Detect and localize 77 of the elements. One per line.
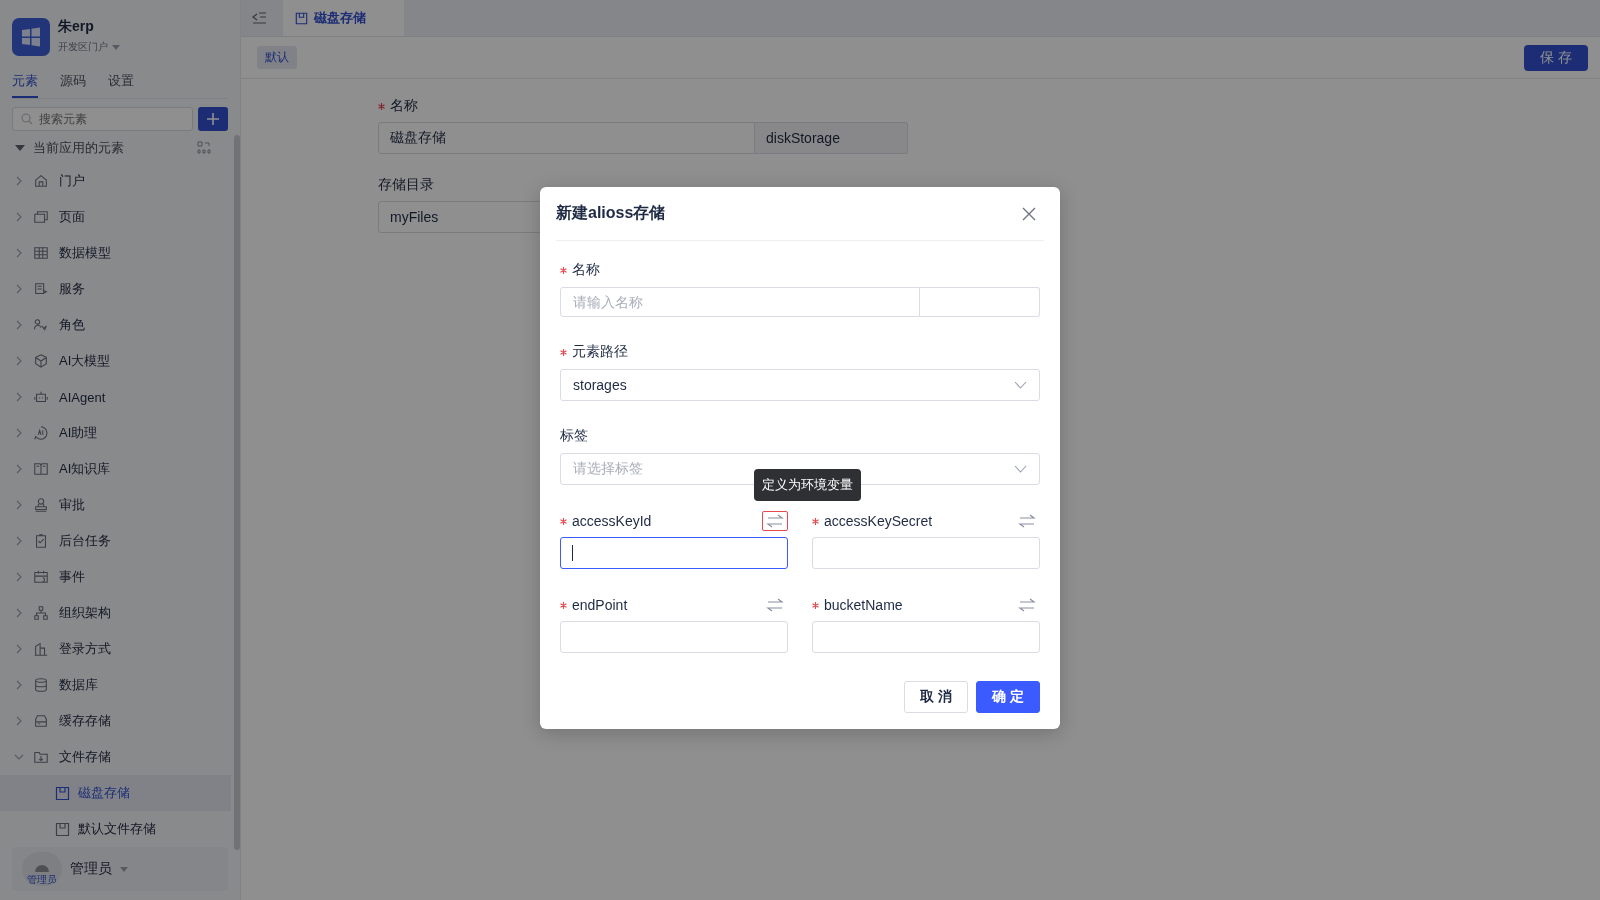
tooltip: 定义为环境变量 xyxy=(754,469,861,501)
tree-item-icon xyxy=(33,173,49,189)
tree-item-icon xyxy=(33,389,49,405)
tree-item[interactable]: 事件 xyxy=(0,559,231,595)
tree-item-icon xyxy=(33,749,49,765)
tree-item-icon xyxy=(33,245,49,261)
tree-item-icon xyxy=(33,605,49,621)
field-label: bucketName xyxy=(824,597,903,613)
field-label: 名称 xyxy=(572,261,600,279)
tree-item[interactable]: 后台任务 xyxy=(0,523,231,559)
dialog-title: 新建alioss存储 xyxy=(556,203,666,223)
app-logo-icon xyxy=(12,18,50,56)
tree-item[interactable]: 磁盘存储 xyxy=(0,775,231,811)
search-icon xyxy=(21,113,33,125)
tree-item-icon xyxy=(33,461,49,477)
tree-item-icon xyxy=(33,677,49,693)
tree-item-icon xyxy=(33,281,49,297)
tree-item[interactable]: 缓存存储 xyxy=(0,703,231,739)
tree-section-label: 当前应用的元素 xyxy=(33,139,125,157)
field-label: accessKeySecret xyxy=(824,513,933,529)
tree-item-icon xyxy=(33,533,49,549)
caret-icon[interactable] xyxy=(15,144,25,152)
sidebar-tab[interactable]: 元素 xyxy=(12,68,38,98)
collapse-sidebar-icon[interactable] xyxy=(251,11,267,25)
tree-item[interactable]: 页面 xyxy=(0,199,231,235)
tree-item[interactable]: AI知识库 xyxy=(0,451,231,487)
tree-item[interactable]: 数据模型 xyxy=(0,235,231,271)
save-button[interactable]: 保 存 xyxy=(1524,44,1588,71)
tree-item[interactable]: 服务 xyxy=(0,271,231,307)
input-field[interactable] xyxy=(560,537,788,569)
field-label: 名称 xyxy=(390,97,418,115)
swap-icon[interactable] xyxy=(762,511,788,531)
tree-item[interactable]: 角色 xyxy=(0,307,231,343)
input-suffix: diskStorage xyxy=(755,122,908,154)
add-button[interactable] xyxy=(198,107,228,131)
editor-tab[interactable]: 磁盘存储 xyxy=(283,0,404,36)
avatar[interactable]: 管理员 xyxy=(22,852,62,886)
scrollbar[interactable] xyxy=(234,135,240,850)
tag: 默认 xyxy=(257,46,297,69)
field-label: 元素路径 xyxy=(572,343,628,361)
tree-item[interactable]: 默认文件存储 xyxy=(0,811,231,847)
tree-item-icon xyxy=(33,353,49,369)
field-label: accessKeyId xyxy=(572,513,652,529)
close-icon[interactable] xyxy=(1022,206,1036,221)
portal-dropdown[interactable]: 开发区门户 xyxy=(58,40,120,54)
field-label: 存储目录 xyxy=(378,176,434,194)
chevron-down-icon xyxy=(1014,381,1027,389)
tree-item-icon xyxy=(33,569,49,585)
app-name: 朱erp xyxy=(58,18,95,36)
input-field[interactable]: 磁盘存储 xyxy=(378,122,755,154)
tree-item-icon xyxy=(33,713,49,729)
tree-item[interactable]: 登录方式 xyxy=(0,631,231,667)
tree-item[interactable]: AI大模型 xyxy=(0,343,231,379)
tree-item-icon xyxy=(33,209,49,225)
sidebar-tab[interactable]: 源码 xyxy=(60,68,86,98)
field-label: endPoint xyxy=(572,597,628,613)
cancel-button[interactable]: 取 消 xyxy=(904,681,968,713)
tree-item-icon xyxy=(33,425,49,441)
field-label: 标签 xyxy=(560,427,588,445)
tree-item-icon xyxy=(33,641,49,657)
confirm-button[interactable]: 确 定 xyxy=(976,681,1040,713)
tree-item[interactable]: AIAgent xyxy=(0,379,231,415)
tree-item-icon xyxy=(33,317,49,333)
chevron-down-icon xyxy=(1014,465,1027,473)
tree-item[interactable]: 审批 xyxy=(0,487,231,523)
tree-item[interactable]: 门户 xyxy=(0,163,231,199)
tree-item[interactable]: AI助理 xyxy=(0,415,231,451)
input-suffix-field[interactable] xyxy=(920,287,1040,317)
plus-icon xyxy=(206,112,220,126)
select-field[interactable]: storages xyxy=(560,369,1040,401)
tree-item-icon xyxy=(33,497,49,513)
tree-item[interactable]: 数据库 xyxy=(0,667,231,703)
search-field[interactable]: 搜索元素 xyxy=(12,107,193,131)
tree-item[interactable]: 组织架构 xyxy=(0,595,231,631)
user-menu[interactable]: 管理员 xyxy=(70,860,128,878)
tree-item[interactable]: 文件存储 xyxy=(0,739,231,775)
sidebar-tab[interactable]: 设置 xyxy=(108,68,134,98)
